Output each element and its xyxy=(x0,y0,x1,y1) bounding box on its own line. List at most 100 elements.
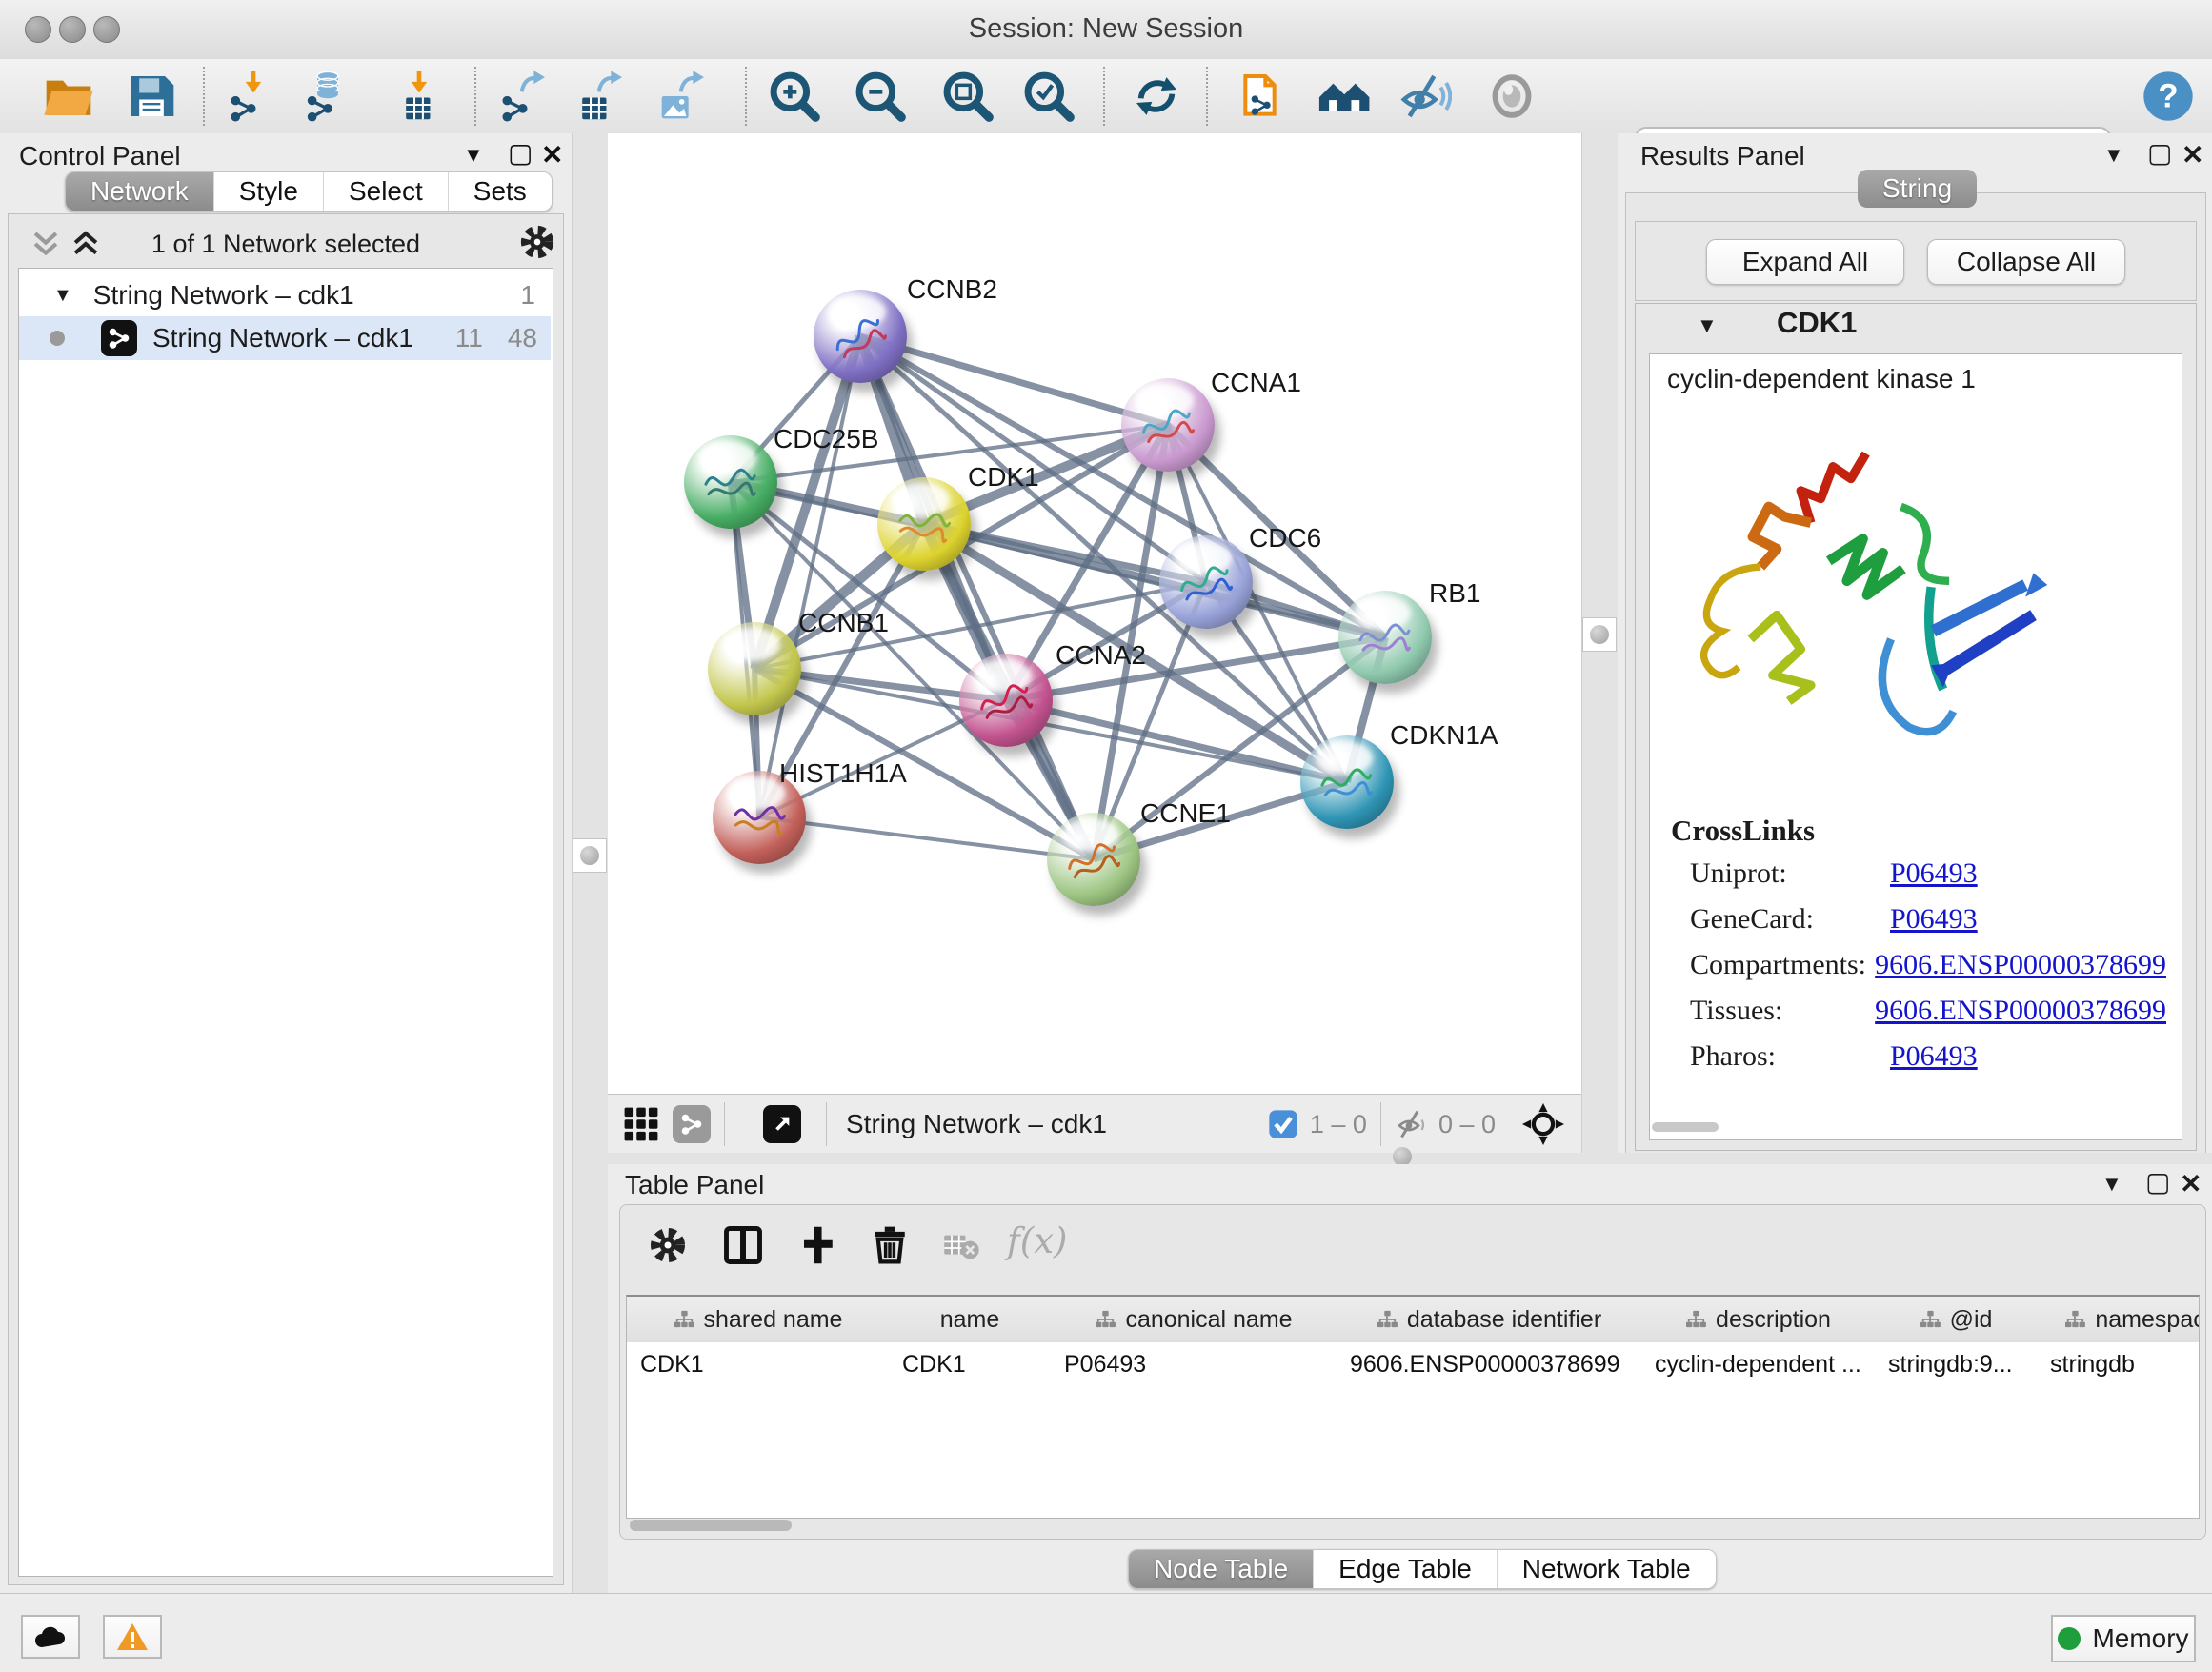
tab-select[interactable]: Select xyxy=(324,172,449,211)
results-panel-close-icon[interactable]: ✕ xyxy=(2182,139,2203,171)
network-node-cdkn1a[interactable] xyxy=(1300,735,1394,829)
network-node-ccne1[interactable] xyxy=(1047,813,1140,906)
column-header-name[interactable]: name xyxy=(889,1297,1052,1342)
network-view-title: String Network – cdk1 xyxy=(846,1109,1107,1139)
open-session-icon[interactable] xyxy=(42,70,95,123)
tab-style[interactable]: Style xyxy=(214,172,324,211)
network-options-gear-icon[interactable] xyxy=(519,224,555,260)
network-node-ccna2[interactable] xyxy=(959,654,1053,747)
column-header-shared-name[interactable]: shared name xyxy=(627,1297,890,1342)
network-collection-row[interactable]: ▼ String Network – cdk1 1 xyxy=(19,274,551,316)
control-panel-maximize-icon[interactable]: ▢ xyxy=(508,137,533,169)
crosslink-link[interactable]: P06493 xyxy=(1890,903,1978,936)
node-label-hist1h1a: HIST1H1A xyxy=(779,758,907,789)
left-splitter-handle[interactable] xyxy=(573,838,607,873)
table-panel-close-icon[interactable]: ✕ xyxy=(2180,1168,2202,1199)
column-header-namespace[interactable]: namespace xyxy=(2037,1297,2200,1342)
preview-eye-icon[interactable] xyxy=(1485,70,1538,123)
export-image-icon[interactable] xyxy=(657,70,711,123)
add-column-icon[interactable] xyxy=(797,1224,837,1266)
control-panel-close-icon[interactable]: ✕ xyxy=(541,139,563,171)
fit-selected-crosshair-icon[interactable] xyxy=(1522,1103,1564,1145)
network-node-cdc25b[interactable] xyxy=(684,435,777,529)
gene-collapse-arrow-icon[interactable]: ▼ xyxy=(1697,313,1718,338)
crosslink-link[interactable]: 9606.ENSP00000378699 xyxy=(1875,995,2166,1027)
hidden-eye-slash-icon[interactable] xyxy=(1395,1107,1429,1141)
delete-column-icon[interactable] xyxy=(870,1222,910,1266)
results-panel-float-icon[interactable]: ▼ xyxy=(2103,143,2124,168)
network-row-selected[interactable]: String Network – cdk1 11 48 xyxy=(19,316,551,360)
network-canvas[interactable]: CCNB2 CCNA1 CDC25B CDK1 CDC6 RB1CCNB1 xyxy=(608,133,1581,1094)
refresh-icon[interactable] xyxy=(1130,70,1183,123)
table-panel-float-icon[interactable]: ▼ xyxy=(2101,1172,2122,1197)
zoom-out-icon[interactable] xyxy=(854,70,907,123)
memory-button[interactable]: Memory xyxy=(2051,1615,2196,1662)
share-document-icon[interactable] xyxy=(1237,70,1290,123)
column-header--id[interactable]: @id xyxy=(1875,1297,2038,1342)
cloud-status-button[interactable] xyxy=(21,1615,80,1659)
zoom-fit-icon[interactable] xyxy=(941,70,995,123)
column-header-description[interactable]: description xyxy=(1641,1297,1876,1342)
collection-expand-arrow-icon[interactable]: ▼ xyxy=(53,285,72,307)
network-edge[interactable] xyxy=(759,817,1094,859)
network-node-rb1[interactable] xyxy=(1338,591,1432,684)
crosslink-link[interactable]: P06493 xyxy=(1890,857,1978,890)
crosslink-link[interactable]: P06493 xyxy=(1890,1040,1978,1073)
network-list: ▼ String Network – cdk1 1 String Network… xyxy=(18,268,553,1577)
table-cell[interactable]: stringdb:9... xyxy=(1875,1342,2037,1386)
column-header-database-identifier[interactable]: database identifier xyxy=(1337,1297,1642,1342)
expand-collapse-box: Expand All Collapse All xyxy=(1635,221,2197,301)
birdseye-grid-icon[interactable] xyxy=(623,1106,659,1142)
import-table-file-icon[interactable] xyxy=(392,70,446,123)
table-cell[interactable]: P06493 xyxy=(1051,1342,1337,1386)
tab-string[interactable]: String xyxy=(1858,170,1977,208)
expand-all-button[interactable]: Expand All xyxy=(1706,239,1904,285)
results-hscrollbar[interactable] xyxy=(1652,1122,1719,1132)
table-panel-maximize-icon[interactable]: ▢ xyxy=(2145,1166,2170,1198)
selected-checkbox-icon[interactable] xyxy=(1268,1109,1298,1139)
home-icon[interactable] xyxy=(1317,70,1370,123)
network-node-ccnb2[interactable] xyxy=(814,290,907,383)
show-hide-graphics-icon[interactable] xyxy=(1398,70,1452,123)
protein-thumbnail-icon xyxy=(700,458,761,512)
network-node-cdk1[interactable] xyxy=(877,477,971,571)
table-cell[interactable]: CDK1 xyxy=(627,1342,889,1386)
results-panel-title: Results Panel xyxy=(1640,141,1805,171)
table-cell[interactable]: cyclin-dependent ... xyxy=(1641,1342,1875,1386)
tab-network-table[interactable]: Network Table xyxy=(1498,1550,1716,1588)
export-network-icon[interactable] xyxy=(498,70,552,123)
help-icon[interactable]: ? xyxy=(2142,70,2195,123)
network-node-ccnb1[interactable] xyxy=(708,622,801,715)
network-node-ccna1[interactable] xyxy=(1121,378,1215,472)
export-table-icon[interactable] xyxy=(575,70,629,123)
tab-edge-table[interactable]: Edge Table xyxy=(1314,1550,1498,1588)
import-network-file-icon[interactable] xyxy=(227,70,280,123)
show-columns-icon[interactable] xyxy=(723,1224,763,1266)
network-edge[interactable] xyxy=(759,336,860,817)
control-panel-float-icon[interactable]: ▼ xyxy=(463,143,484,168)
column-header-canonical-name[interactable]: canonical name xyxy=(1051,1297,1337,1342)
table-cell[interactable]: 9606.ENSP00000378699 xyxy=(1337,1342,1641,1386)
network-node-cdc6[interactable] xyxy=(1159,535,1253,629)
table-settings-gear-icon[interactable] xyxy=(649,1226,687,1264)
network-share-toggle-icon[interactable] xyxy=(673,1105,711,1143)
open-in-window-icon[interactable] xyxy=(763,1105,801,1143)
import-network-database-icon[interactable] xyxy=(301,70,354,123)
table-hscrollbar[interactable] xyxy=(630,1520,792,1531)
node-table[interactable]: shared nameCDK1nameCDK1canonical nameP06… xyxy=(626,1295,2200,1519)
save-session-icon[interactable] xyxy=(125,70,178,123)
tab-network[interactable]: Network xyxy=(66,172,214,211)
results-panel-maximize-icon[interactable]: ▢ xyxy=(2147,137,2172,169)
warning-status-button[interactable] xyxy=(103,1615,162,1659)
node-label-cdk1: CDK1 xyxy=(968,462,1039,493)
table-cell[interactable]: CDK1 xyxy=(889,1342,1051,1386)
collapse-all-button[interactable]: Collapse All xyxy=(1927,239,2125,285)
tab-node-table[interactable]: Node Table xyxy=(1129,1550,1314,1588)
tab-sets[interactable]: Sets xyxy=(449,172,552,211)
table-cell[interactable]: stringdb xyxy=(2037,1342,2200,1386)
zoom-selected-icon[interactable] xyxy=(1022,70,1076,123)
horizontal-splitter-handle[interactable] xyxy=(1393,1147,1412,1166)
right-splitter-handle[interactable] xyxy=(1582,617,1617,652)
zoom-in-icon[interactable] xyxy=(768,70,821,123)
crosslink-link[interactable]: 9606.ENSP00000378699 xyxy=(1875,949,2166,981)
